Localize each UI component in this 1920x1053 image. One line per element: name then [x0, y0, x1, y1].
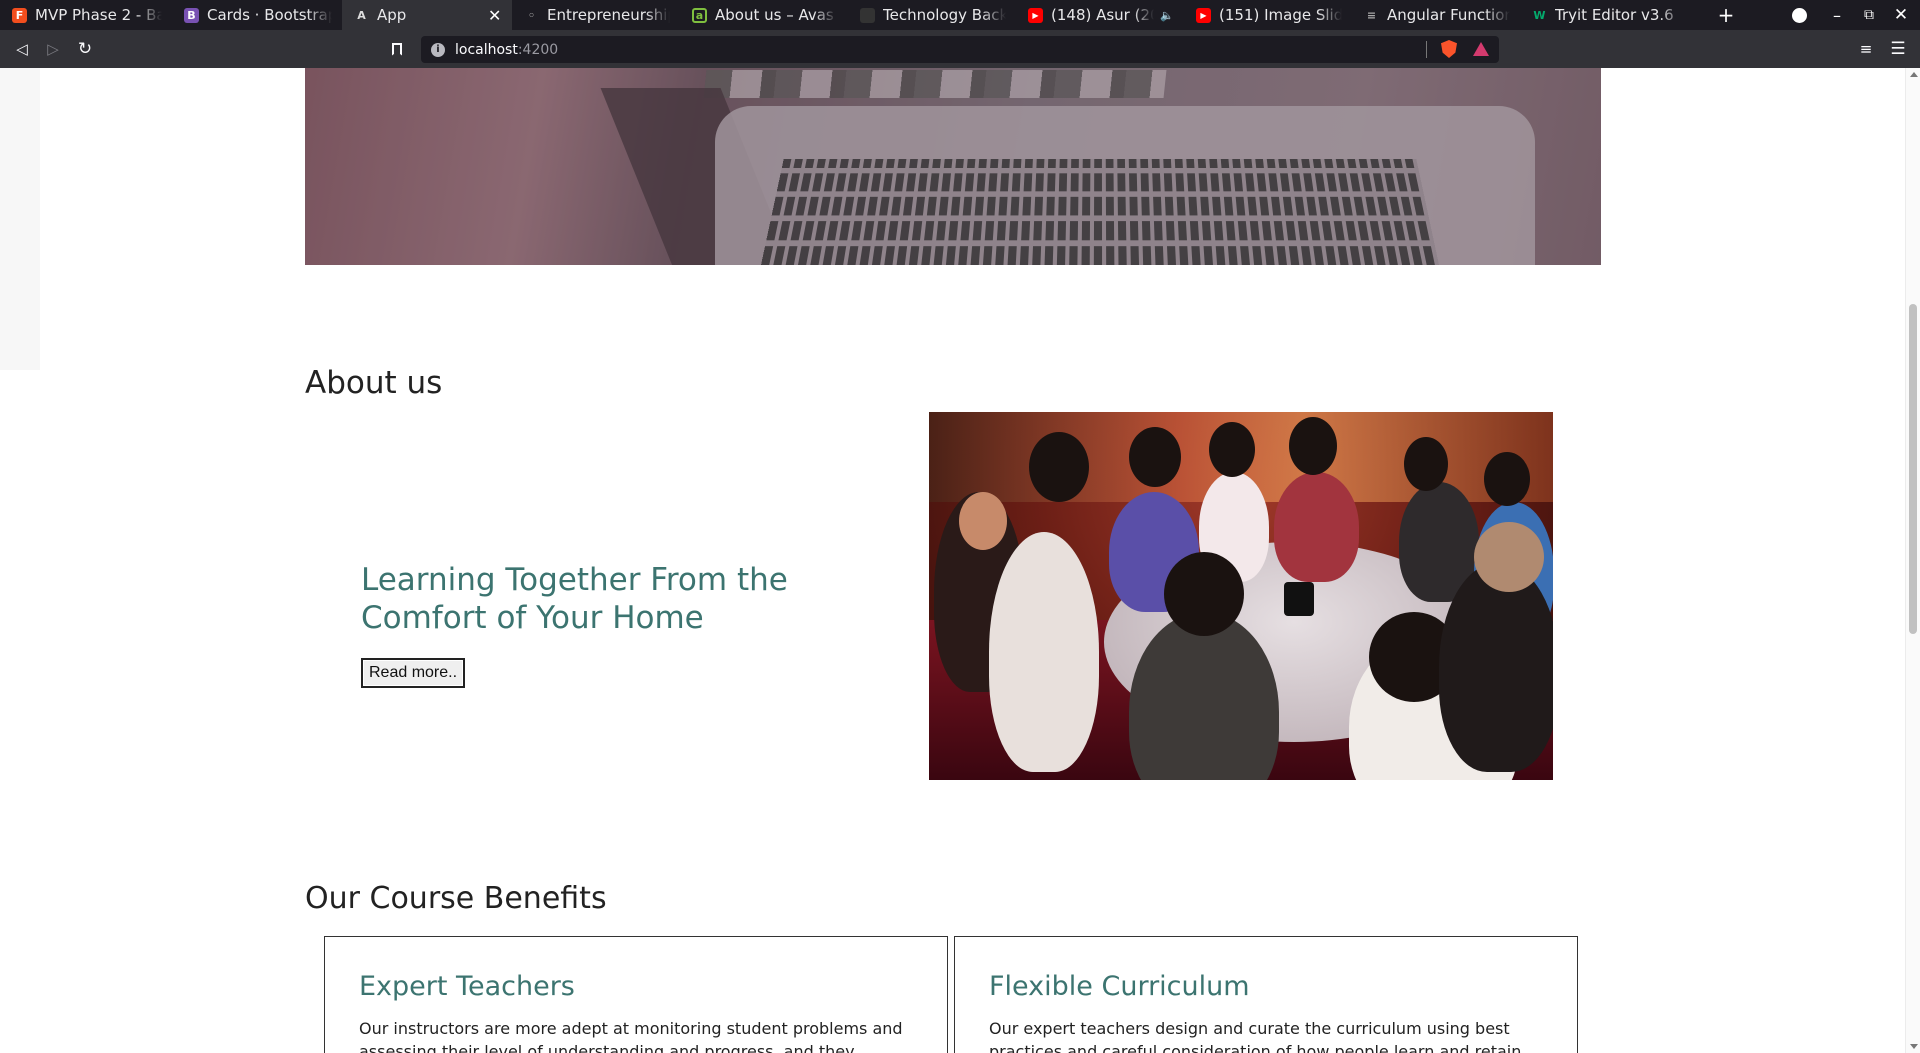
tab-title: About us – Avas | St [715, 6, 838, 24]
w3schools-icon: W [1533, 8, 1546, 22]
benefit-card-expert-teachers: Expert Teachers Our instructors are more… [324, 936, 948, 1053]
about-section-title: About us [305, 365, 443, 401]
tab-app[interactable]: A App ✕ [342, 0, 512, 30]
url-divider [1426, 41, 1427, 58]
close-tab-icon[interactable]: ✕ [488, 6, 502, 25]
photo-head [1404, 437, 1448, 491]
card-title: Expert Teachers [359, 971, 575, 1002]
page-viewport: About us Learning Together From the Comf… [0, 68, 1905, 1053]
menu-button[interactable]: ☰ [1883, 30, 1913, 68]
address-bar[interactable]: i localhost:4200 [421, 36, 1499, 63]
chevron-down-icon [1791, 7, 1807, 23]
scroll-down-arrow-icon[interactable] [1910, 1044, 1918, 1049]
brave-shield-icon[interactable] [1441, 40, 1457, 58]
image-icon [860, 7, 875, 23]
photo-head [1474, 522, 1544, 592]
photo-person [1274, 472, 1359, 582]
group-learning-photo [929, 412, 1553, 780]
scroll-up-arrow-icon[interactable] [1910, 72, 1918, 77]
photo-device [1284, 582, 1314, 616]
image-tint [305, 68, 1601, 265]
tab-technology-background[interactable]: Technology Backgr [848, 0, 1016, 30]
tab-title: Tryit Editor v3.6 [1555, 6, 1674, 24]
tab-title: (148) Asur (2020) [1051, 6, 1154, 24]
youtube-icon: ▶ [1028, 7, 1043, 23]
card-title: Flexible Curriculum [989, 971, 1250, 1002]
site-icon: ◦ [527, 8, 536, 22]
url-port: :4200 [517, 41, 559, 58]
photo-head [1164, 552, 1244, 636]
benefit-card-flexible-curriculum: Flexible Curriculum Our expert teachers … [954, 936, 1578, 1053]
photo-head [1484, 452, 1530, 506]
back-button[interactable]: ◁ [7, 30, 37, 68]
benefits-section-title: Our Course Benefits [305, 881, 607, 916]
scrollbar-thumb[interactable] [1909, 304, 1917, 634]
hero-laptop-image [305, 68, 1601, 265]
new-tab-button[interactable]: + [1711, 0, 1741, 30]
tab-strip: F MVP Phase 2 - Bana B Cards · Bootstrap… [0, 0, 1920, 30]
url-host: localhost [455, 41, 518, 58]
tab-title: App [377, 6, 407, 24]
tab-angular-function[interactable]: ≡ Angular Function D [1352, 0, 1520, 30]
photo-person [989, 532, 1099, 772]
site-icon: ≡ [1366, 8, 1377, 22]
bookmark-button[interactable] [382, 30, 412, 68]
photo-head [1289, 417, 1337, 475]
photo-head [1029, 432, 1089, 502]
bootstrap-icon: B [184, 7, 199, 23]
figma-icon: F [12, 7, 27, 23]
site-info-icon[interactable]: i [431, 42, 445, 57]
playlist-button[interactable]: ≡ [1851, 30, 1881, 68]
left-panel [0, 68, 40, 370]
card-text: Our expert teachers design and curate th… [989, 1019, 1522, 1053]
forward-button[interactable]: ▷ [38, 30, 68, 68]
youtube-icon: ▶ [1196, 7, 1211, 23]
angular-icon: A [357, 8, 366, 22]
tab-tryit-editor[interactable]: W Tryit Editor v3.6 [1520, 0, 1695, 30]
tab-entrepreneurship[interactable]: ◦ Entrepreneurship | [512, 0, 680, 30]
bookmark-icon [392, 42, 402, 56]
tab-title: Angular Function D [1387, 6, 1510, 24]
photo-head [959, 492, 1007, 550]
about-heading-line-1: Learning Together From the [361, 562, 788, 598]
about-heading-line-2: Comfort of Your Home [361, 600, 704, 636]
minimize-button[interactable]: – [1822, 0, 1852, 30]
tab-title: Cards · Bootstrap v [207, 6, 332, 24]
tab-list-button[interactable] [1784, 0, 1814, 30]
photo-head [1129, 427, 1181, 487]
about-heading: Learning Together From the Comfort of Yo… [361, 561, 788, 637]
photo-head [1209, 422, 1255, 477]
tab-title: MVP Phase 2 - Bana [35, 6, 162, 24]
speaker-icon[interactable]: 🔈 [1160, 9, 1174, 22]
tab-title: Technology Backgr [883, 6, 1006, 24]
close-window-button[interactable]: ✕ [1886, 0, 1916, 30]
brave-rewards-icon[interactable] [1473, 42, 1489, 56]
tab-bootstrap-cards[interactable]: B Cards · Bootstrap v [172, 0, 342, 30]
tab-title: Entrepreneurship | [547, 6, 670, 24]
photo-person [1439, 562, 1553, 772]
tab-image-slider[interactable]: ▶ (151) Image Slider - [1184, 0, 1352, 30]
tab-asur[interactable]: ▶ (148) Asur (2020) 🔈 [1016, 0, 1184, 30]
tab-mvp-phase[interactable]: F MVP Phase 2 - Bana [0, 0, 172, 30]
avas-icon: a [692, 7, 707, 23]
reload-button[interactable]: ↻ [70, 30, 100, 68]
read-more-button[interactable]: Read more.. [361, 658, 466, 688]
page-scrollbar[interactable] [1905, 68, 1920, 1053]
card-text: Our instructors are more adept at monito… [359, 1019, 903, 1053]
restore-button[interactable]: ⧉ [1854, 0, 1884, 30]
tab-about-avas[interactable]: a About us – Avas | St [680, 0, 848, 30]
tab-title: (151) Image Slider - [1219, 6, 1342, 24]
navigation-toolbar: ◁ ▷ ↻ i localhost:4200 ≡ ☰ [0, 30, 1920, 68]
